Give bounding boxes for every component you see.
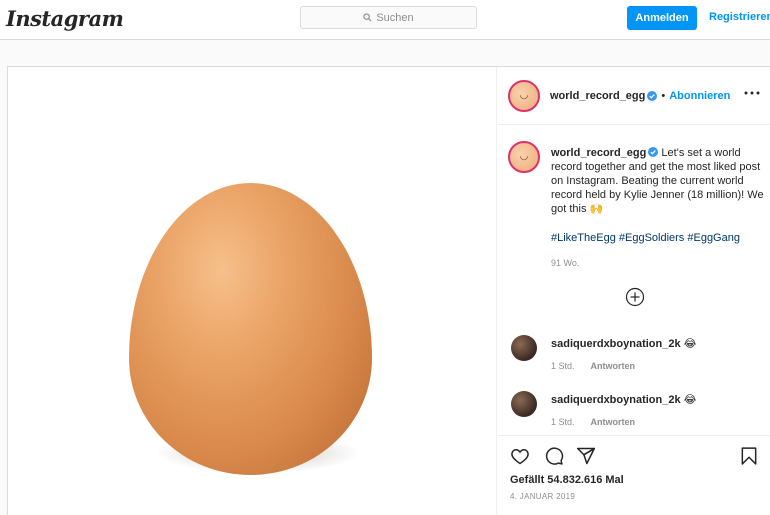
comment-bubble-icon[interactable] — [544, 446, 564, 466]
egg-face-icon: ◡ — [519, 90, 529, 101]
comment-emoji: 😂 — [683, 394, 697, 406]
plus-circle-icon[interactable] — [625, 287, 645, 307]
comment-time: 1 Std. — [551, 417, 575, 427]
comment-item: sadiquerdxboynation_2k 😂 1 Std. Antworten — [498, 387, 770, 431]
comment-item: sadiquerdxboynation_2k 😂 1 Std. Antworten — [498, 331, 770, 375]
register-link[interactable]: Registrieren — [709, 11, 770, 23]
comment-time: 1 Std. — [551, 361, 575, 371]
hashtags[interactable]: #LikeTheEgg #EggSoldiers #EggGang — [551, 232, 740, 244]
follow-button[interactable]: Abonnieren — [669, 90, 730, 102]
search-icon — [363, 13, 372, 22]
egg-face-icon: ◡ — [519, 151, 529, 162]
reply-button[interactable]: Antworten — [591, 417, 636, 427]
comment-emoji: 😂 — [683, 338, 697, 350]
egg-image — [129, 183, 372, 475]
reply-button[interactable]: Antworten — [591, 361, 636, 371]
caption-text: world_record_egg Let's set a world recor… — [551, 146, 765, 216]
commenter-avatar[interactable] — [511, 335, 537, 361]
post-date: 4. JANUAR 2019 — [510, 492, 576, 501]
bookmark-icon[interactable] — [739, 446, 759, 466]
search-placeholder: Suchen — [376, 11, 414, 24]
login-button[interactable]: Anmelden — [627, 6, 697, 30]
commenter-username[interactable]: sadiquerdxboynation_2k — [551, 394, 681, 406]
comment-meta: 1 Std. Antworten — [551, 417, 635, 427]
more-options-icon[interactable] — [744, 89, 760, 97]
commenter-avatar[interactable] — [511, 391, 537, 417]
comment-text: sadiquerdxboynation_2k 😂 — [551, 393, 697, 406]
heart-icon[interactable] — [510, 446, 530, 466]
post-sidebar: ◡ world_record_egg • Abonnieren ◡ world_… — [498, 67, 770, 515]
commenter-username[interactable]: sadiquerdxboynation_2k — [551, 338, 681, 350]
post-author: world_record_egg • Abonnieren — [550, 90, 730, 102]
post-card: ◡ world_record_egg • Abonnieren ◡ world_… — [7, 66, 770, 515]
verified-badge-icon — [648, 147, 659, 157]
like-count[interactable]: Gefällt 54.832.616 Mal — [510, 474, 624, 486]
top-nav: Instagram Suchen Anmelden Registrieren — [0, 0, 770, 40]
verified-badge-icon — [647, 91, 658, 101]
caption-username[interactable]: world_record_egg — [551, 147, 646, 159]
post-photo[interactable] — [8, 67, 497, 515]
avatar[interactable]: ◡ — [508, 80, 540, 112]
comment-text: sadiquerdxboynation_2k 😂 — [551, 337, 697, 350]
paper-plane-icon[interactable] — [576, 446, 596, 466]
post-header: ◡ world_record_egg • Abonnieren — [498, 67, 770, 125]
caption-time: 91 Wo. — [551, 258, 580, 268]
author-username[interactable]: world_record_egg — [550, 90, 645, 102]
instagram-logo[interactable]: Instagram — [6, 6, 124, 31]
caption-avatar[interactable]: ◡ — [508, 141, 540, 173]
comment-meta: 1 Std. Antworten — [551, 361, 635, 371]
search-input[interactable]: Suchen — [300, 6, 477, 29]
action-bar: Gefällt 54.832.616 Mal 4. JANUAR 2019 — [498, 435, 770, 515]
dot-separator: • — [661, 90, 666, 102]
